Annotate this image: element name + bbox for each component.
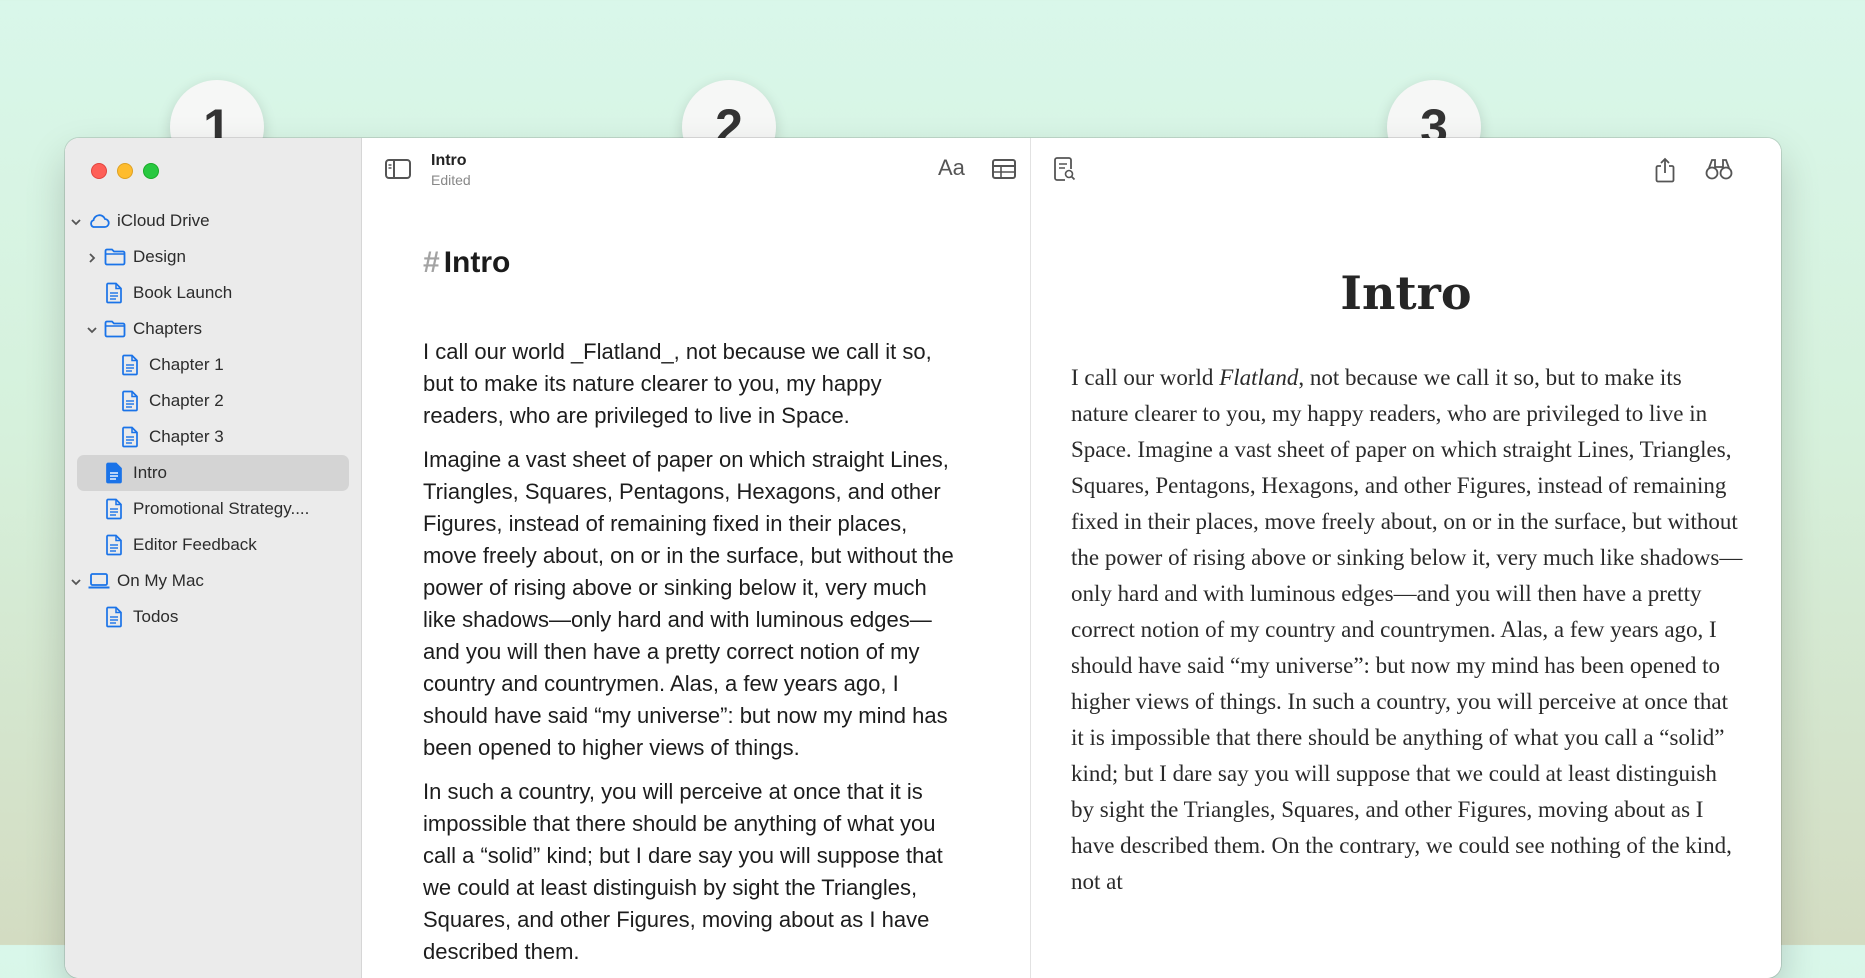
chevron-down-icon[interactable] [69,574,83,588]
close-window-button[interactable] [91,163,107,179]
folder-icon [103,246,126,268]
document-title: Intro [431,152,467,169]
font-icon[interactable]: Aa [938,155,966,181]
sidebar-item-label: Design [133,247,186,266]
sidebar-item-chapter-2[interactable]: Chapter 2 [65,383,361,419]
editor-heading[interactable]: # Intro [423,246,510,280]
preview-text: I call our world Flatland, not because w… [1071,360,1743,900]
chevron-right-icon[interactable] [85,250,99,264]
document-icon [119,390,141,412]
document-icon [119,426,141,448]
heading-text: Intro [443,246,511,279]
chevron-down-icon[interactable] [85,322,99,336]
document-icon [103,498,125,520]
app-window: iCloud Drive Design Book Launch Chapters Cha… [65,138,1781,978]
sidebar-item-on-my-mac[interactable]: On My Mac [65,563,361,599]
document-icon [103,282,125,304]
cloud-icon [87,210,110,232]
editor-paragraph: Imagine a vast sheet of paper on which s… [423,447,954,760]
table-icon[interactable] [990,156,1018,182]
preview-title: Intro [1340,266,1472,320]
sidebar-item-design[interactable]: Design [65,239,361,275]
document-icon [103,534,125,556]
sidebar-item-editor-feedback[interactable]: Editor Feedback [65,527,361,563]
sidebar-item-label: Chapter 3 [149,427,224,446]
preview-text-run: , not because we call it so, but to make… [1071,365,1743,894]
sidebar-item-chapter-3[interactable]: Chapter 3 [65,419,361,455]
sidebar-item-label: Todos [133,607,179,626]
document-icon [119,354,141,376]
share-icon[interactable] [1651,156,1679,183]
laptop-icon [87,570,110,592]
sidebar-item-chapters[interactable]: Chapters [65,311,361,347]
file-tree: iCloud Drive Design Book Launch Chapters Cha… [65,203,361,635]
sidebar-item-promotional-strategy[interactable]: Promotional Strategy.... [65,491,361,527]
editor-pane: Intro Edited Aa # Intro I call our world … [362,138,1068,978]
sidebar-item-icloud-drive[interactable]: iCloud Drive [65,203,361,239]
sidebar-item-label: Promotional Strategy.... [133,499,310,518]
minimize-window-button[interactable] [117,163,133,179]
sidebar-item-chapter-1[interactable]: Chapter 1 [65,347,361,383]
document-status: Edited [431,172,471,188]
document-icon [103,462,125,484]
editor-paragraph: In such a country, you will perceive at … [423,779,943,964]
sidebar-toggle-icon[interactable] [384,156,412,182]
sidebar-item-label: iCloud Drive [117,211,210,230]
editor-paragraph: I call our world _Flatland_, not because… [423,339,932,428]
sidebar-item-label: On My Mac [117,571,204,590]
sidebar-item-todos[interactable]: Todos [65,599,361,635]
sidebar-item-intro[interactable]: Intro [77,455,349,491]
zoom-window-button[interactable] [143,163,159,179]
editor-toolbar: Intro Edited Aa [362,138,1068,198]
preview-text-run: I call our world [1071,365,1220,390]
preview-search-icon[interactable] [1051,156,1079,182]
preview-paragraph: I call our world Flatland, not because w… [1071,360,1743,900]
sidebar-item-label: Chapter 2 [149,391,224,410]
folder-icon [103,318,126,340]
sidebar-item-label: Chapter 1 [149,355,224,374]
sidebar-item-label: Intro [133,463,168,482]
chevron-down-icon[interactable] [69,214,83,228]
sidebar-item-label: Editor Feedback [133,535,257,554]
preview-pane: Intro I call our world Flatland, not bec… [1031,138,1781,978]
preview-italic-run: Flatland [1219,365,1299,390]
heading-marker: # [423,246,440,279]
window-controls [91,163,159,179]
sidebar-item-label: Chapters [133,319,202,338]
sidebar-item-book-launch[interactable]: Book Launch [65,275,361,311]
sidebar-item-label: Book Launch [133,283,233,302]
editor-text[interactable]: I call our world _Flatland_, not because… [423,336,963,978]
sidebar: iCloud Drive Design Book Launch Chapters Cha… [65,138,362,978]
binoculars-icon[interactable] [1704,156,1733,182]
document-icon [103,606,125,628]
